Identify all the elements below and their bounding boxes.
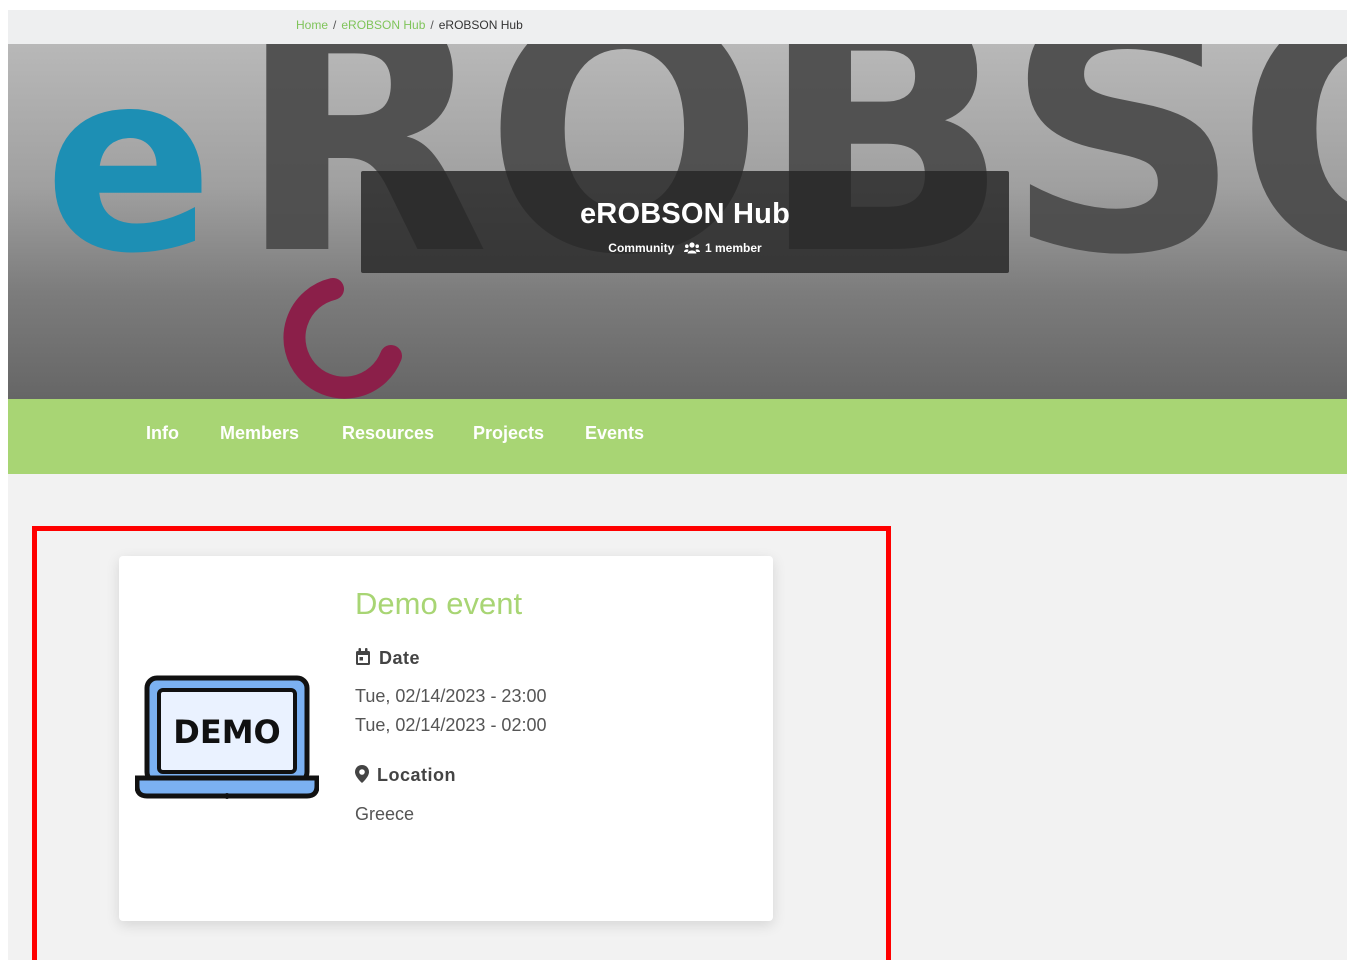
breadcrumb-separator: / xyxy=(430,18,434,32)
tab-projects[interactable]: Projects xyxy=(473,423,544,444)
breadcrumb-hub-link[interactable]: eROBSON Hub xyxy=(341,18,425,32)
svg-text:e: e xyxy=(44,44,214,308)
map-marker-icon xyxy=(355,765,369,783)
users-icon xyxy=(683,242,700,254)
date-label: Date xyxy=(379,648,421,668)
breadcrumb-current: eROBSON Hub xyxy=(438,18,523,32)
hero-title-panel: eROBSON Hub Community 1 member xyxy=(361,171,1009,273)
breadcrumb-home-link[interactable]: Home xyxy=(296,18,328,32)
tab-events[interactable]: Events xyxy=(585,423,644,444)
event-card[interactable]: DEMO Demo event Date Tue, 02/14/2023 - 2… xyxy=(119,556,773,921)
member-count: 1 member xyxy=(704,241,762,255)
group-nav: Info Members Resources Projects Events xyxy=(8,399,1347,474)
calendar-icon xyxy=(356,648,370,665)
event-title[interactable]: Demo event xyxy=(355,586,522,622)
breadcrumb: Home / eROBSON Hub / eROBSON Hub xyxy=(296,18,523,32)
group-type: Community xyxy=(608,241,675,255)
date-heading: Date xyxy=(355,648,420,669)
hero-banner: e ROBSO eROBSON Hub Community 1 member xyxy=(8,44,1347,399)
event-end: Tue, 02/14/2023 - 02:00 xyxy=(355,715,547,735)
location-heading: Location xyxy=(355,765,456,786)
demo-laptop-icon: DEMO xyxy=(135,675,319,799)
hero-meta: Community 1 member xyxy=(361,241,1009,255)
svg-text:DEMO: DEMO xyxy=(173,713,280,751)
breadcrumb-separator: / xyxy=(333,18,337,32)
breadcrumb-bar: Home / eROBSON Hub / eROBSON Hub xyxy=(8,10,1347,44)
location-label: Location xyxy=(377,765,456,785)
page: Home / eROBSON Hub / eROBSON Hub e ROBSO eRO… xyxy=(0,0,1347,960)
tab-resources[interactable]: Resources xyxy=(342,423,434,444)
tab-info[interactable]: Info xyxy=(146,423,179,444)
event-location: Greece xyxy=(355,804,415,824)
tab-members[interactable]: Members xyxy=(220,423,299,444)
event-start: Tue, 02/14/2023 - 23:00 xyxy=(355,686,547,706)
page-title: eROBSON Hub xyxy=(579,198,791,230)
